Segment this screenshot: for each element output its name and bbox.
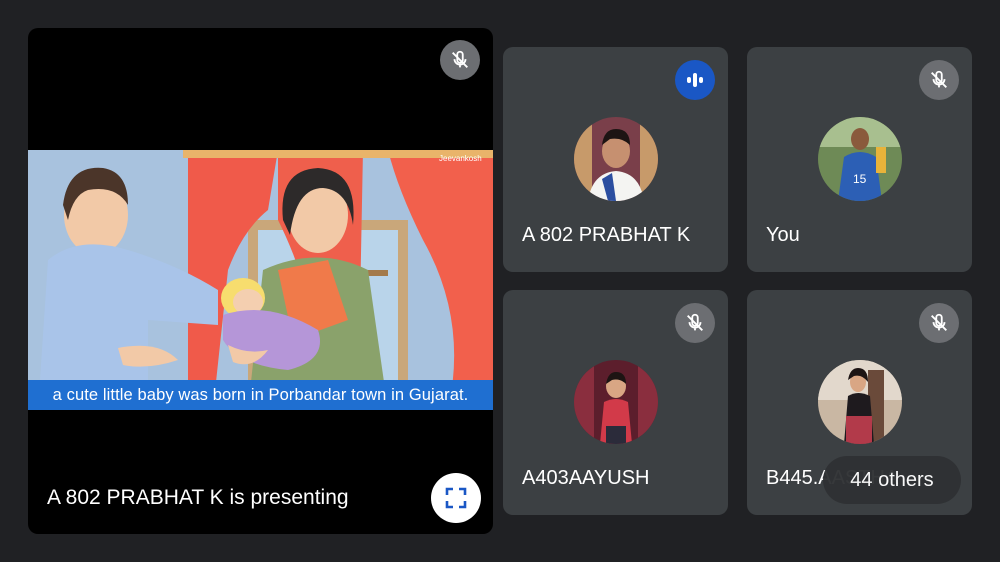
channel-watermark: Jeevankosh xyxy=(439,154,482,163)
mic-off-icon xyxy=(440,40,480,80)
others-button[interactable]: 44 others xyxy=(823,456,961,504)
mic-off-icon xyxy=(675,303,715,343)
avatar: 15 xyxy=(818,117,902,201)
presentation-tile[interactable]: Jeevankosh a cute little baby was born i… xyxy=(28,28,493,534)
mic-off-icon xyxy=(919,60,959,100)
presenting-label: A 802 PRABHAT K is presenting xyxy=(47,486,349,509)
mic-off-icon xyxy=(919,303,959,343)
avatar xyxy=(574,360,658,444)
participant-name: A 802 PRABHAT K xyxy=(522,224,691,246)
participant-name: A403AAYUSH xyxy=(522,467,650,489)
audio-level-icon xyxy=(675,60,715,100)
participant-tile-self[interactable]: 15 You xyxy=(747,47,972,272)
svg-text:15: 15 xyxy=(853,172,867,186)
participant-tile[interactable]: A403AAYUSH xyxy=(503,290,728,515)
avatar xyxy=(818,360,902,444)
participant-tile[interactable]: A 802 PRABHAT K xyxy=(503,47,728,272)
participant-name: You xyxy=(766,224,800,246)
fullscreen-button[interactable] xyxy=(431,473,481,523)
shared-video: Jeevankosh a cute little baby was born i… xyxy=(28,150,493,410)
fullscreen-icon xyxy=(445,487,467,509)
cartoon-scene xyxy=(28,150,493,410)
video-caption: a cute little baby was born in Porbandar… xyxy=(28,380,493,410)
avatar xyxy=(574,117,658,201)
